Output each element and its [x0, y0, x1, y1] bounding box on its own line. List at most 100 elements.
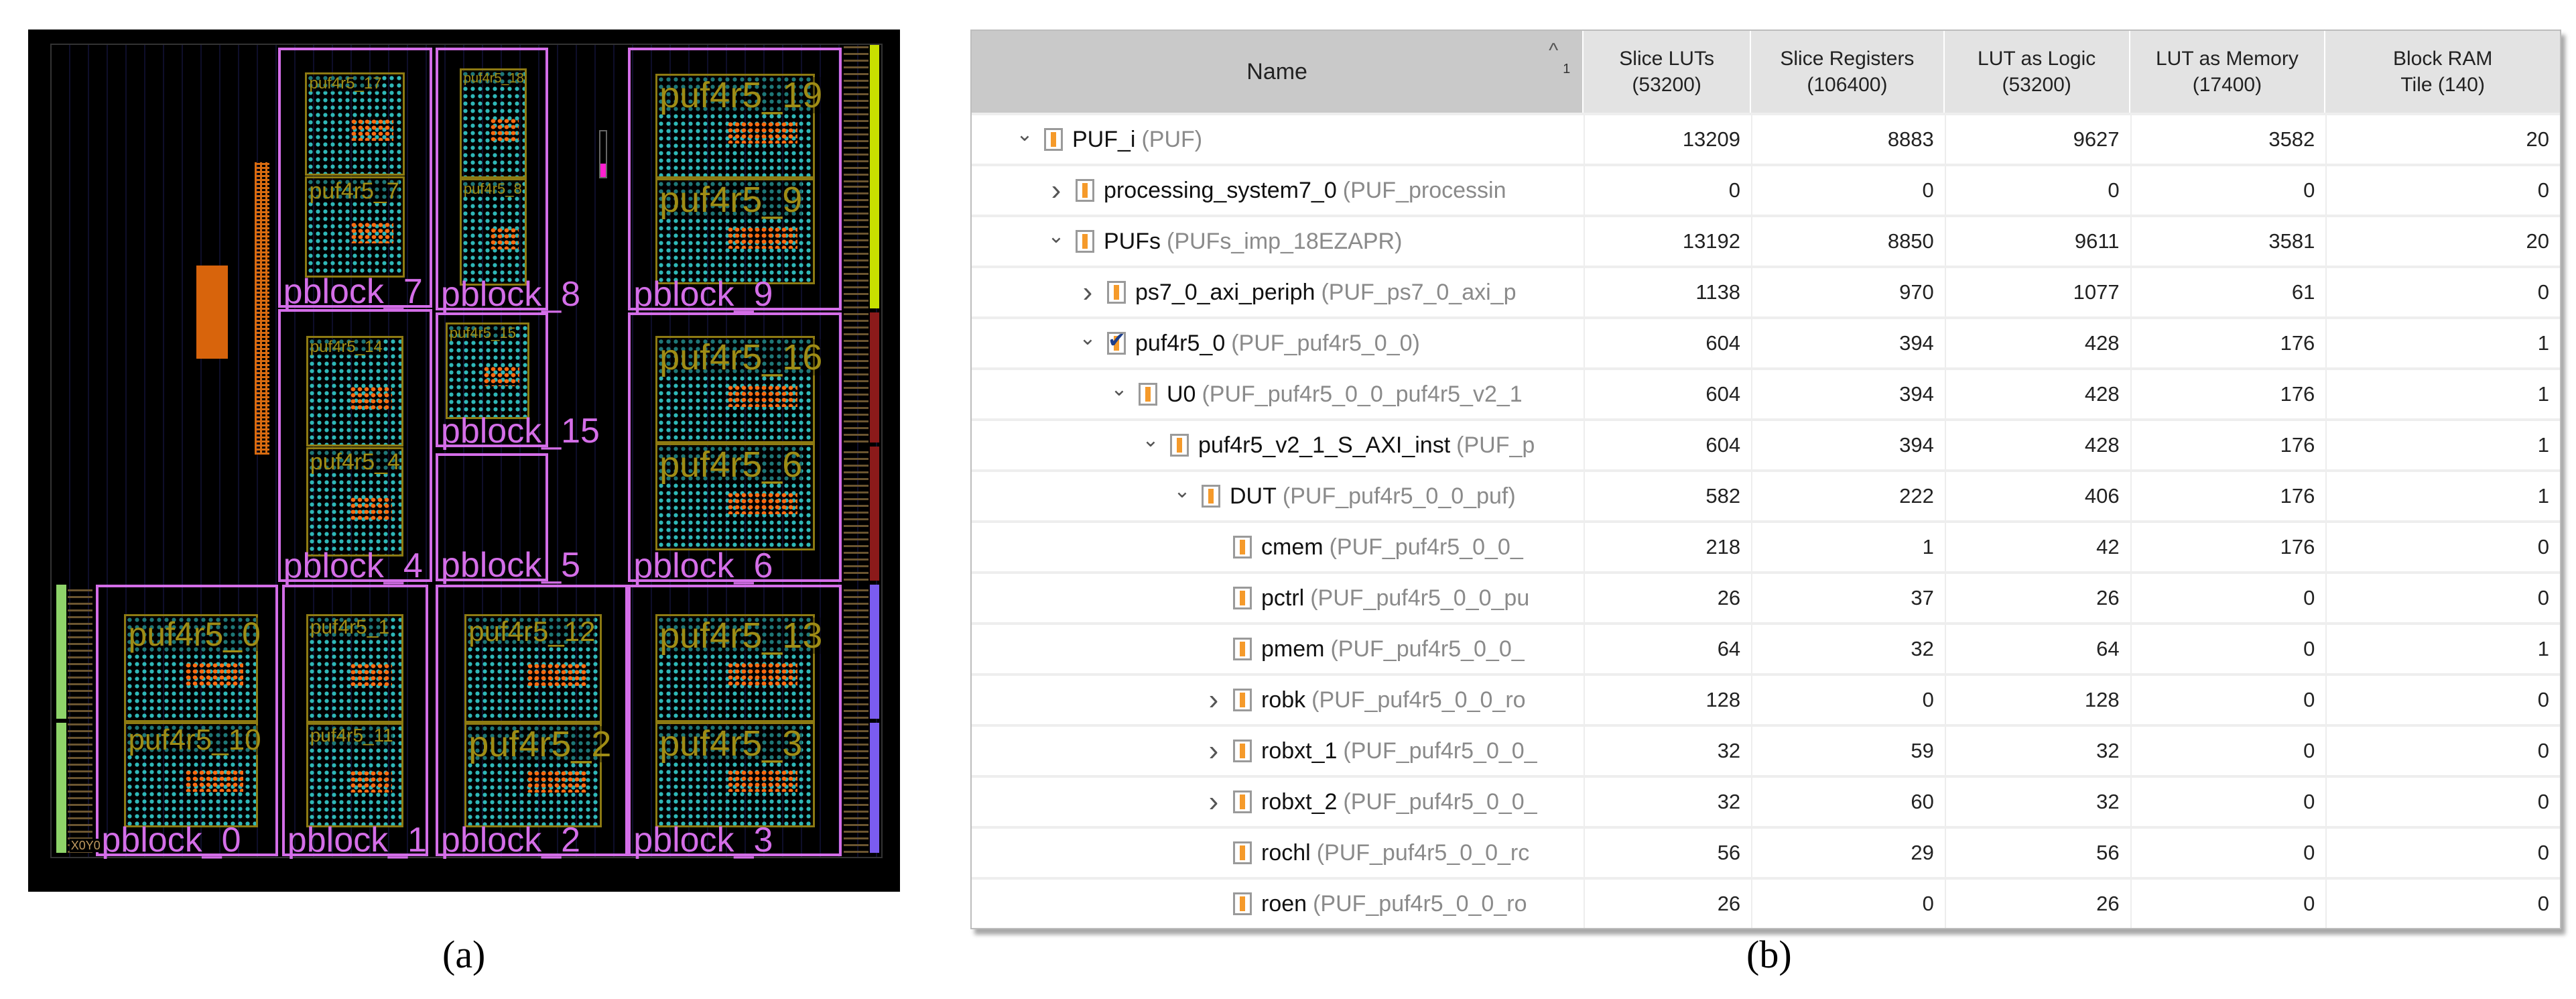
cell-name: › robxt_2 (PUF_puf4r5_0_0_ — [972, 778, 1584, 826]
table-row[interactable]: ⌄ PUFs (PUFs_imp_18EZAPR) 13192 8850 9611 3581… — [972, 215, 2560, 266]
table-row[interactable]: ⌄ puf4r5_v2_1_S_AXI_inst (PUF_p 604 394 428 17… — [972, 418, 2560, 469]
cell-slice-luts: 128 — [1584, 676, 1751, 724]
pblock-label: pblock_9 — [633, 274, 773, 314]
cell-lut-as-logic: 1077 — [1944, 268, 2130, 316]
table-row[interactable]: › ps7_0_axi_periph (PUF_ps7_0_axi_p 1138 970… — [972, 266, 2560, 316]
pblock-region[interactable]: pblock_15 — [435, 312, 600, 449]
module-type: (PUFs_imp_18EZAPR) — [1167, 228, 1403, 254]
expand-chevron-icon[interactable]: › — [1076, 276, 1099, 309]
pblock-region[interactable]: pblock_1 — [281, 585, 428, 860]
io-bank — [844, 722, 869, 853]
expand-chevron-icon[interactable]: › — [1202, 785, 1225, 819]
expand-chevron-icon[interactable]: › — [1202, 734, 1225, 768]
expand-chevron-icon[interactable]: › — [1202, 683, 1225, 717]
table-row[interactable]: rochl (PUF_puf4r5_0_0_rc 56 29 56 0 0 — [972, 826, 2560, 877]
cell-block-ram: 1 — [2325, 319, 2560, 367]
pblock-region[interactable]: pblock_9 — [628, 48, 842, 314]
column-header-slice-registers[interactable]: Slice Registers (106400) — [1751, 31, 1945, 113]
pblock-region[interactable]: pblock_3 — [628, 585, 842, 858]
collapse-chevron-icon[interactable]: ⌄ — [1013, 123, 1036, 146]
io-bank — [844, 182, 869, 309]
cell-name: ⌄ U0 (PUF_puf4r5_0_0_puf4r5_v2_1 — [972, 370, 1584, 418]
cell-name: ⌄ puf4r5_0(PUF_puf4r5_0_0) — [972, 319, 1584, 367]
pblock-region[interactable]: pblock_2 — [435, 585, 629, 858]
hierarchy-instance-icon — [1233, 638, 1252, 660]
table-row[interactable]: pmem (PUF_puf4r5_0_0_ 64 32 64 0 1 — [972, 622, 2560, 673]
cell-block-ram: 0 — [2325, 727, 2560, 775]
pblock-region[interactable]: pblock_5 — [435, 453, 580, 583]
table-row[interactable]: ⌄ puf4r5_0(PUF_puf4r5_0_0) 6043944281761 — [972, 316, 2560, 367]
fpga-device-view[interactable]: puf4r5_17 puf4r5_7 puf4r5_18 puf4r5_8 puf4r5… — [28, 30, 900, 892]
cell-slice-registers: 37 — [1751, 574, 1945, 622]
table-row[interactable]: roen (PUF_puf4r5_0_0_ro 26 0 26 0 0 — [972, 877, 2560, 928]
table-row[interactable]: › processing_system7_0 (PUF_processin 0 0 0 0 0 — [972, 164, 2560, 215]
pblock-region[interactable]: pblock_7 — [277, 48, 432, 309]
clock-region-strip — [56, 722, 66, 853]
cell-lut-as-memory: 0 — [2130, 676, 2326, 724]
io-bank — [844, 447, 869, 581]
module-type: (PUF_puf4r5_0_0) — [1231, 330, 1420, 356]
instance-name: U0 — [1167, 381, 1196, 407]
module-type: (PUF_puf4r5_0_0_ro — [1313, 890, 1527, 917]
collapse-chevron-icon[interactable]: ⌄ — [1076, 327, 1099, 350]
cell-name: › ps7_0_axi_periph (PUF_ps7_0_axi_p — [972, 268, 1584, 316]
cell-block-ram: 20 — [2325, 115, 2560, 164]
cell-slice-luts: 0 — [1584, 166, 1751, 215]
table-row[interactable]: ⌄ PUF_i (PUF) 13209 8883 9627 3582 20 — [972, 113, 2560, 164]
cell-block-ram: 0 — [2325, 676, 2560, 724]
instance-name: DUT — [1230, 483, 1277, 509]
cell-lut-as-memory: 0 — [2130, 166, 2326, 215]
module-type: (PUF_ps7_0_axi_p — [1321, 279, 1517, 305]
pblock-region[interactable]: pblock_6 — [628, 312, 842, 583]
cell-slice-luts: 604 — [1584, 421, 1751, 469]
cell-slice-registers: 394 — [1751, 319, 1945, 367]
collapse-chevron-icon[interactable]: ⌄ — [1139, 428, 1162, 452]
cell-lut-as-logic: 128 — [1944, 676, 2130, 724]
table-row[interactable]: ⌄ DUT (PUF_puf4r5_0_0_puf) 582 222 406 176 1 — [972, 469, 2560, 520]
cell-block-ram: 0 — [2325, 829, 2560, 877]
module-type: (PUF_p — [1456, 432, 1535, 458]
table-row[interactable]: ⌄ U0 (PUF_puf4r5_0_0_puf4r5_v2_1 604 394 428 1… — [972, 367, 2560, 418]
module-type: (PUF) — [1141, 126, 1203, 152]
module-type: (PUF_puf4r5_0_0_pu — [1310, 585, 1530, 611]
pblock-region[interactable]: pblock_8 — [435, 48, 580, 312]
pblock-label: pblock_1 — [287, 820, 427, 860]
caption-b: (b) — [1746, 933, 1792, 976]
table-row[interactable]: › robk (PUF_puf4r5_0_0_ro 128 0 128 0 0 — [972, 673, 2560, 724]
processing-system-block — [196, 266, 229, 359]
table-row[interactable]: › robxt_2 (PUF_puf4r5_0_0_ 32 60 32 0 0 — [972, 775, 2560, 826]
column-header-lut-as-memory[interactable]: LUT as Memory (17400) — [2130, 31, 2326, 113]
cell-block-ram: 0 — [2325, 880, 2560, 928]
cell-lut-as-memory: 0 — [2130, 727, 2326, 775]
hierarchy-instance-icon — [1233, 841, 1252, 864]
cell-lut-as-memory: 0 — [2130, 829, 2326, 877]
cell-name: › robxt_1 (PUF_puf4r5_0_0_ — [972, 727, 1584, 775]
cell-lut-as-logic: 9627 — [1944, 115, 2130, 164]
column-header-slice-luts[interactable]: Slice LUTs (53200) — [1584, 31, 1752, 113]
pblock-region[interactable]: pblock_0 — [96, 585, 278, 858]
cell-lut-as-memory: 176 — [2130, 370, 2326, 418]
cell-slice-registers: 394 — [1751, 370, 1945, 418]
collapse-chevron-icon[interactable]: ⌄ — [1108, 377, 1131, 401]
cell-block-ram: 0 — [2325, 778, 2560, 826]
table-row[interactable]: › robxt_1 (PUF_puf4r5_0_0_ 32 59 32 0 0 — [972, 724, 2560, 775]
clock-region-strip — [869, 44, 880, 183]
hierarchy-instance-icon — [1044, 128, 1063, 151]
cell-lut-as-logic: 32 — [1944, 778, 2130, 826]
module-type: (PUF_puf4r5_0_0_ — [1343, 788, 1537, 815]
cell-slice-registers: 0 — [1751, 880, 1945, 928]
column-header-block-ram[interactable]: Block RAM Tile (140) — [2325, 31, 2560, 113]
module-type: (PUF_puf4r5_0_0_ — [1329, 534, 1523, 560]
instance-name: puf4r5_v2_1_S_AXI_inst — [1198, 432, 1451, 458]
collapse-chevron-icon[interactable]: ⌄ — [1045, 225, 1068, 248]
column-header-lut-as-logic[interactable]: LUT as Logic (53200) — [1945, 31, 2130, 113]
table-row[interactable]: cmem (PUF_puf4r5_0_0_ 218 1 42 176 0 — [972, 520, 2560, 571]
cell-slice-registers: 59 — [1751, 727, 1945, 775]
cell-slice-registers: 29 — [1751, 829, 1945, 877]
column-header-name[interactable]: Name ^ 1 — [972, 31, 1584, 113]
collapse-chevron-icon[interactable]: ⌄ — [1171, 479, 1194, 503]
table-row[interactable]: pctrl (PUF_puf4r5_0_0_pu 26 37 26 0 0 — [972, 571, 2560, 622]
expand-chevron-icon[interactable]: › — [1045, 174, 1068, 207]
checked-instance-icon[interactable] — [1107, 327, 1126, 355]
pblock-region[interactable]: pblock_4 — [277, 309, 432, 583]
